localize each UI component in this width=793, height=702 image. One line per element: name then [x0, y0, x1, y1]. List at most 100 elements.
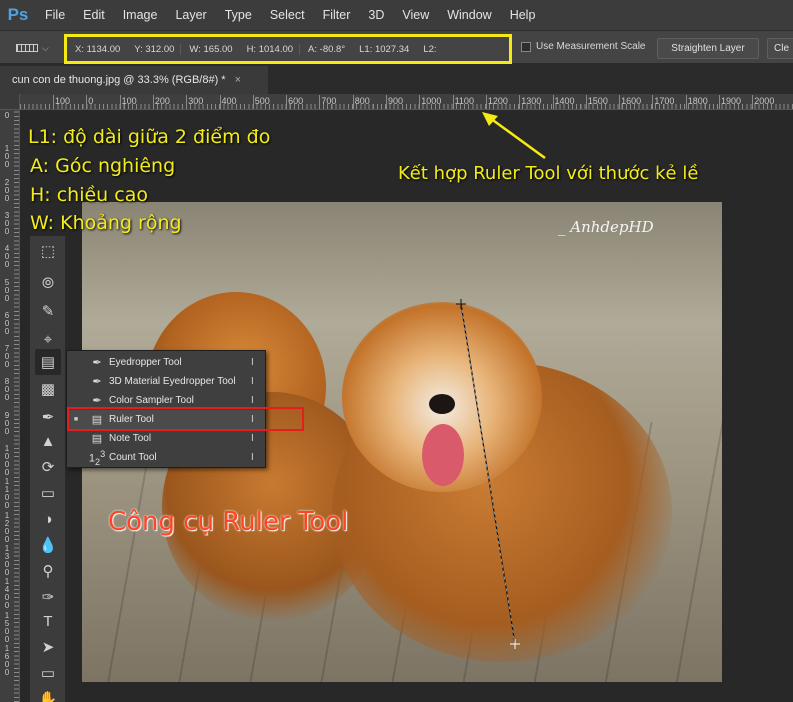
flyout-note-tool[interactable]: ▤ Note Tool I: [67, 429, 265, 448]
ruler-label: 1500: [4, 610, 10, 644]
ruler-major-tick: [319, 95, 321, 109]
ruler-label: 800: [4, 377, 10, 403]
ruler-major-tick: [53, 95, 54, 109]
ruler-major-tick: [485, 95, 487, 109]
document-tab[interactable]: cun con de thuong.jpg @ 33.3% (RGB/8#) *…: [0, 66, 268, 94]
puppy-tongue: [422, 424, 464, 486]
ruler-label: 300: [4, 210, 10, 236]
annotation-ruler-combo: Kết hợp Ruler Tool với thước kẻ lề: [398, 163, 699, 184]
ruler-major-tick: [519, 95, 521, 109]
ruler-label: 600: [288, 96, 304, 106]
ruler-label: 900: [4, 410, 10, 436]
ruler-label: 800: [354, 96, 370, 106]
tools-panel: ⬚ ⦾ ✎ ⌖ ▤ ▩ ✒ ▲ ⟳ ▭ ◑ 💧 ⚲ ✑ T ➤ ▭ ✋: [30, 236, 66, 702]
dodge-icon[interactable]: ⚲: [35, 558, 61, 584]
tool-preset-picker[interactable]: ⌵: [16, 39, 60, 57]
photoshop-logo: Ps: [7, 5, 29, 24]
ruler-label: 1100: [454, 96, 474, 106]
angle-readout: A: -80.8°: [299, 43, 351, 55]
ruler-label: 1600: [4, 643, 10, 677]
menu-image[interactable]: Image: [114, 0, 167, 30]
ruler-label: 1700: [654, 96, 675, 106]
measurement-scale-checkbox[interactable]: [521, 41, 531, 52]
ruler-label: 300: [188, 96, 204, 106]
menu-view[interactable]: View: [393, 0, 438, 30]
path-selection-icon[interactable]: ➤: [35, 634, 61, 660]
vertical-ruler[interactable]: 0 100 200 300 400 500 600 700 800 900 1000 1100 1200…: [0, 110, 20, 702]
ruler-label: 1500: [587, 96, 608, 106]
horizontal-ruler[interactable]: 100 0 100 200 300 400 500 600 700 800 900 1000 1100 1…: [20, 94, 793, 110]
w-readout: W: 165.00: [180, 43, 238, 55]
menu-layer[interactable]: Layer: [166, 0, 215, 30]
x-readout: X: 1134.00: [75, 43, 121, 55]
ruler-label: 1000: [4, 444, 10, 477]
ruler-label: 1200: [487, 96, 508, 106]
history-brush-icon[interactable]: ⟳: [35, 454, 61, 480]
menu-help[interactable]: Help: [501, 0, 545, 30]
quick-selection-icon[interactable]: ✎: [35, 298, 61, 324]
ruler-major-tick: [119, 95, 121, 109]
pen-icon[interactable]: ✑: [35, 584, 61, 610]
ruler-major-tick: [386, 95, 387, 109]
menu-3d[interactable]: 3D: [359, 0, 393, 30]
clone-stamp-icon[interactable]: ▲: [35, 428, 61, 454]
close-icon[interactable]: ×: [235, 74, 241, 86]
ruler-major-tick: [152, 95, 154, 109]
ruler-major-tick: [652, 95, 654, 109]
menu-filter[interactable]: Filter: [314, 0, 360, 30]
menu-bar: Ps File Edit Image Layer Type Select Fil…: [0, 0, 793, 30]
flyout-3d-material-eyedropper[interactable]: ✒ 3D Material Eyedropper Tool I: [67, 372, 265, 391]
menu-edit[interactable]: Edit: [74, 0, 114, 30]
menu-window[interactable]: Window: [438, 0, 500, 30]
measurement-readout: X: 1134.00 Y: 312.00 W: 165.00 H: 1014.0…: [64, 34, 512, 64]
brush-icon[interactable]: ✒: [35, 404, 61, 430]
blur-icon[interactable]: 💧: [35, 532, 61, 558]
ruler-label: 500: [254, 96, 270, 106]
rectangular-marquee-icon[interactable]: ⬚: [35, 238, 61, 264]
ruler-label: 1300: [521, 96, 542, 106]
ruler-tool-icon[interactable]: ▤: [35, 349, 61, 375]
clear-button[interactable]: Cle: [767, 38, 793, 59]
menu-file[interactable]: File: [36, 0, 74, 30]
note-icon: ▤: [91, 433, 103, 445]
annotation-height: H: chiều cao: [30, 184, 148, 206]
ruler-major-tick: [286, 95, 288, 109]
healing-brush-icon[interactable]: ▩: [35, 376, 61, 402]
annotation-width: W: Khoảng rộng: [30, 212, 182, 234]
ruler-major-tick: [219, 95, 221, 109]
h-readout: H: 1014.00: [246, 43, 294, 55]
ruler-origin[interactable]: [0, 94, 20, 110]
ruler-label: 100: [121, 96, 137, 106]
rectangle-shape-icon[interactable]: ▭: [35, 660, 61, 686]
ruler-label: 1800: [687, 96, 708, 106]
paint-bucket-icon[interactable]: ◑: [35, 506, 61, 532]
ruler-label: 100: [4, 144, 10, 170]
eraser-icon[interactable]: ▭: [35, 480, 61, 506]
menu-type[interactable]: Type: [216, 0, 261, 30]
ruler-label: 0: [88, 96, 94, 106]
flyout-eyedropper[interactable]: ✒ Eyedropper Tool I: [67, 353, 265, 372]
ruler-label: 900: [388, 96, 404, 106]
use-measurement-scale[interactable]: Use Measurement Scale: [521, 41, 646, 52]
ruler-label: 1900: [721, 96, 742, 106]
lasso-icon[interactable]: ⦾: [35, 270, 61, 296]
eyedropper-icon: ✒: [92, 357, 102, 369]
straighten-layer-button[interactable]: Straighten Layer: [657, 38, 759, 59]
ruler-major-tick: [752, 95, 754, 109]
flyout-count-tool[interactable]: 123 Count Tool I: [67, 448, 265, 467]
menu-select[interactable]: Select: [261, 0, 314, 30]
annotation-l1: L1: độ dài giữa 2 điểm đo: [28, 126, 271, 148]
ruler-tool-highlight: [67, 407, 304, 431]
hand-icon[interactable]: ✋: [35, 686, 61, 702]
ruler-label: 700: [4, 344, 10, 370]
ruler-label: 1400: [4, 577, 10, 611]
ruler-major-tick: [685, 95, 687, 109]
ruler-label: 0: [4, 111, 10, 120]
ruler-major-tick: [252, 95, 254, 109]
ruler-major-tick: [419, 95, 421, 109]
type-icon[interactable]: T: [35, 608, 61, 634]
ruler-label: 1600: [621, 96, 642, 106]
l2-readout: L2:: [423, 43, 437, 55]
ruler-major-tick: [619, 95, 621, 109]
ruler-label: 1100: [4, 477, 10, 511]
